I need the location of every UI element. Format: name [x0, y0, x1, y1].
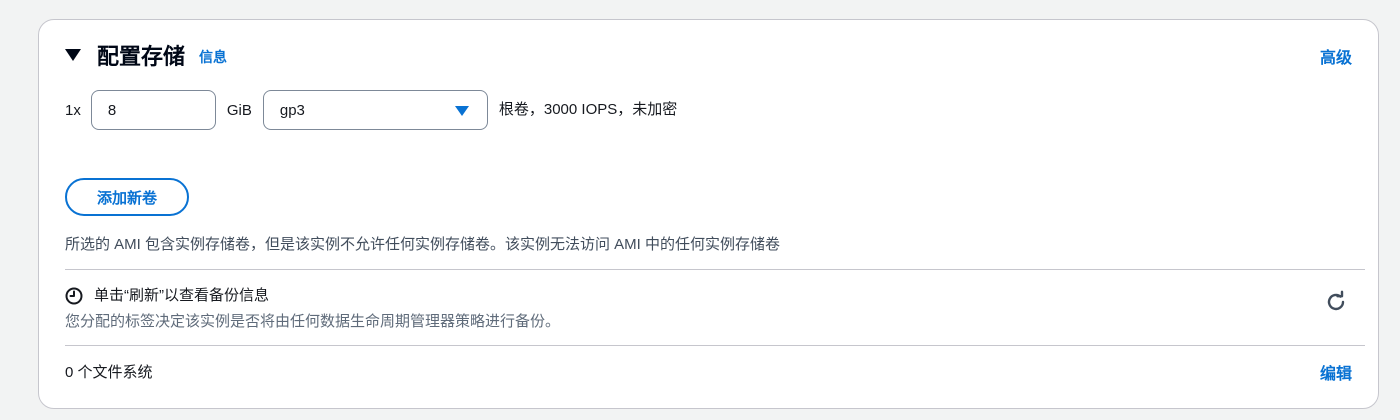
- dropdown-arrow-icon: [454, 106, 469, 116]
- volume-description: 根卷，3000 IOPS，未加密: [498, 100, 678, 118]
- root-volume-row: 1x GiB gp3 根卷，3000 IOPS，未加密: [65, 90, 677, 130]
- configure-storage-panel: 配置存储 信息 高级 1x GiB gp3 根卷，3000 IOPS，未加密 添…: [38, 19, 1379, 409]
- volume-size-input[interactable]: [90, 90, 216, 130]
- divider: [65, 345, 1365, 346]
- advanced-link[interactable]: 高级: [1320, 44, 1352, 68]
- volume-multiplier: 1x: [65, 101, 81, 119]
- caret-down-icon[interactable]: [65, 49, 81, 61]
- volume-unit: GiB: [226, 101, 252, 119]
- file-systems-count: 0 个文件系统: [65, 364, 153, 381]
- volume-type-select[interactable]: gp3: [262, 90, 488, 130]
- add-new-volume-button[interactable]: 添加新卷: [65, 178, 189, 216]
- edit-file-systems-link[interactable]: 编辑: [1320, 360, 1352, 384]
- volume-type-value: gp3: [279, 101, 305, 119]
- info-link[interactable]: 信息: [199, 47, 227, 67]
- section-header: 配置存储 信息: [65, 40, 227, 70]
- backup-heading: 单击“刷新”以查看备份信息: [94, 287, 269, 304]
- backup-heading-row: 单击“刷新”以查看备份信息: [65, 284, 269, 305]
- refresh-icon[interactable]: [1324, 290, 1348, 314]
- section-title: 配置存储: [97, 44, 186, 69]
- backup-subtext: 您分配的标签决定该实例是否将由任何数据生命周期管理器策略进行备份。: [65, 313, 561, 330]
- divider: [65, 269, 1365, 270]
- ami-instance-store-note: 所选的 AMI 包含实例存储卷，但是该实例不允许任何实例存储卷。该实例无法访问 …: [65, 236, 781, 253]
- clock-icon: [65, 287, 83, 304]
